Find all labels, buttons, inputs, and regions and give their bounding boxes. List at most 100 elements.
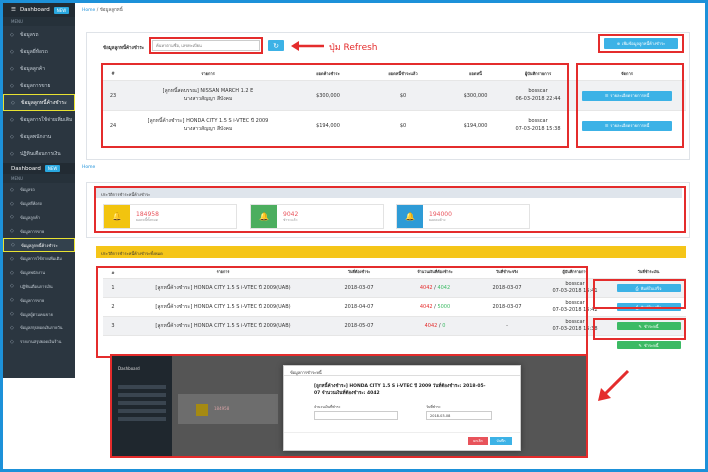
pay-debt-button[interactable]: ✎ ชำระหนี้ — [616, 341, 681, 349]
tag-icon: ◇ — [10, 133, 14, 140]
arrow-icon — [291, 41, 324, 51]
add-debtor-button[interactable]: ⊕ เพิ่มข้อมูลลูกหนี้ค้างชำระ — [604, 38, 678, 49]
sidebar-item[interactable]: ◇ ข้อมูลยี่ห้อรถ — [3, 197, 75, 211]
breadcrumb-home[interactable]: Home — [82, 8, 95, 13]
sidebar-bottom: Dashboard NEW MENU ◇ ข้อมูลรถ ◇ ข้อมูลยี่ห้… — [3, 163, 75, 378]
sidebar-item[interactable]: ◇ ข้อมูลลูกหนี้ค้างชำระ — [3, 94, 75, 111]
refresh-button[interactable]: ↻ — [268, 40, 284, 51]
sidebar-item[interactable]: ◇ ข้อมูลการขาย — [3, 77, 75, 94]
sidebar-brand-2[interactable]: Dashboard NEW — [3, 163, 75, 174]
bell-icon: 🔔 — [251, 205, 277, 228]
sidebar-item-label: ข้อมูลพนักงาน — [20, 133, 52, 140]
sidebar-item[interactable]: ◇ ข้อมูลสรุปยอดเงินรายวัน — [3, 321, 75, 335]
sidebar-item-label: ข้อมูลการใช้จ่ายเพิ่มเติม — [20, 256, 62, 262]
sidebar-item[interactable]: ◇ ข้อมูลลูกค้า — [3, 60, 75, 77]
sidebar-item[interactable]: ◇ ข้อมูลรถ — [3, 183, 75, 197]
sidebar-item-label: ข้อมูลลูกหนี้ค้างชำระ — [21, 99, 67, 106]
tag-icon: ◇ — [10, 200, 14, 207]
sidebar-item[interactable]: ◇ ข้อมูลยี่ห้อรถ — [3, 43, 75, 60]
date-label: วันที่ชำระ — [426, 405, 441, 409]
payment-modal: ข้อมูลการชำระหนี้ [ลูกหนี้ค้างชำระ] HOND… — [283, 365, 521, 451]
breadcrumb-home-2[interactable]: Home — [82, 165, 95, 170]
amount-label: จำนวนเงินที่ชำระ — [314, 405, 341, 409]
sidebar-item-label: รายงานสรุปยอดเงินร้าน — [20, 339, 62, 345]
arrow-down-icon — [598, 369, 630, 401]
tag-icon: ◇ — [10, 48, 14, 55]
cancel-button[interactable]: ยกเลิก — [468, 437, 488, 445]
sidebar-brand[interactable]: ☰ Dashboard NEW — [3, 3, 75, 17]
save-button[interactable]: บันทึก — [490, 437, 512, 445]
action-label: ชำระหนี้ — [643, 342, 659, 348]
breadcrumb-page: ข้อมูลลูกหนี้ — [99, 8, 123, 13]
sidebar-top: ☰ Dashboard NEW MENU ◇ ข้อมูลรถ ◇ ข้อมูลยี่… — [3, 3, 75, 163]
table-highlight — [101, 63, 569, 148]
amount-input[interactable] — [314, 411, 398, 420]
history-title: ประวัติการชำระหนี้ค้างชำระทั้งหมด — [96, 246, 686, 258]
tag-icon: ◇ — [10, 269, 14, 276]
sidebar-item[interactable]: ◇ ข้อมูลพนักงาน — [3, 266, 75, 280]
modal-title: ข้อมูลการชำระหนี้ — [284, 366, 520, 376]
sidebar-item[interactable]: ◇ ข้อมูลผู้ตามคนขาย — [3, 307, 75, 321]
tag-icon: ◇ — [10, 324, 14, 331]
sidebar-item-label: ข้อมูลพนักงาน — [20, 270, 45, 276]
refresh-icon: ↻ — [273, 41, 279, 50]
sidebar-item[interactable]: ◇ ข้อมูลรถ — [3, 26, 75, 43]
sidebar-item-label: ข้อมูลรถ — [20, 31, 39, 38]
sidebar-item-label: ข้อมูลยี่ห้อรถ — [20, 48, 48, 55]
tag-icon: ◇ — [10, 82, 14, 89]
sidebar-item[interactable]: ◇ ข้อมูลการขาย — [3, 293, 75, 307]
stat-value: 9042 ชำระแล้ว — [277, 211, 298, 222]
sidebar-item-label: ข้อมูลการขาย — [20, 297, 45, 303]
inset-sidebar: Dashboard — [112, 356, 172, 456]
stat-card: 🔔 194000 ยอดคงค้าง — [396, 204, 530, 229]
receipt-highlight — [593, 279, 686, 309]
sidebar-item[interactable]: ◇ ข้อมูลการใช้จ่ายเพิ่มเติม — [3, 252, 75, 266]
column-header: วันที่ชำระเงิน — [637, 269, 660, 274]
section-title: ข้อมูลลูกหนี้ค้างชำระ — [103, 46, 145, 51]
stat-label: ยอดคงค้าง — [429, 218, 446, 222]
stat-value: 184958 ยอดหนี้ทั้งหมด — [130, 211, 159, 222]
sidebar-item-label: ข้อมูลลูกหนี้ค้างชำระ — [21, 242, 58, 248]
inset-stat-value: 184958 — [214, 406, 230, 411]
stat-number: 184958 — [136, 210, 159, 218]
sidebar-item[interactable]: ◇ ข้อมูลลูกค้า — [3, 211, 75, 225]
tag-icon: ◇ — [10, 283, 14, 290]
sidebar-header: MENU — [3, 17, 75, 26]
sidebar-item[interactable]: ◇ ข้อมูลการขาย — [3, 224, 75, 238]
pay-highlight — [593, 318, 686, 340]
stat-number: 194000 — [429, 210, 452, 218]
sidebar-item[interactable]: ◇ ข้อมูลพนักงาน — [3, 128, 75, 145]
sidebar-item-label: ปฏิทินเตือนการเงิน — [20, 283, 53, 289]
brand-label-2: Dashboard — [11, 165, 41, 172]
tag-icon: ◇ — [10, 228, 14, 235]
tag-icon: ◇ — [10, 214, 14, 221]
sidebar-item-label: ข้อมูลรถ — [20, 187, 35, 193]
tag-icon: ◇ — [10, 186, 14, 193]
sidebar-item[interactable]: ◇ ปฏิทินเตือนการเงิน — [3, 280, 75, 294]
sidebar-item-label: ข้อมูลลูกค้า — [20, 214, 41, 220]
sidebar-item-label: ข้อมูลการขาย — [20, 228, 45, 234]
sidebar-item-label: ข้อมูลการขาย — [20, 82, 51, 89]
sidebar-item[interactable]: ◇ รายงานสรุปยอดเงินร้าน — [3, 335, 75, 349]
search-input[interactable] — [152, 40, 260, 51]
bell-icon: 🔔 — [397, 205, 423, 228]
add-button-label: เพิ่มข้อมูลลูกหนี้ค้างชำระ — [622, 41, 666, 46]
breadcrumb: Home / ข้อมูลลูกหนี้ — [82, 8, 123, 13]
tag-icon: ◇ — [10, 338, 14, 345]
sidebar-item[interactable]: ◇ ปฏิทินเตือนการเงิน — [3, 145, 75, 162]
sidebar-item[interactable]: ◇ ข้อมูลลูกหนี้ค้างชำระ — [3, 238, 75, 252]
tag-icon: ◇ — [10, 31, 14, 38]
tag-icon: ◇ — [10, 255, 14, 262]
breadcrumb-2: Home — [82, 165, 95, 170]
tag-icon: ◇ — [11, 242, 15, 249]
plus-icon: ⊕ — [616, 41, 621, 46]
tag-icon: ◇ — [10, 116, 14, 123]
pencil-icon: ✎ — [638, 342, 642, 348]
history-highlight — [96, 266, 588, 358]
sidebar-item-label: ปฏิทินเตือนการเงิน — [20, 150, 61, 157]
menu-icon: ☰ — [11, 7, 16, 13]
date-input[interactable]: 2018-03-08 — [426, 411, 492, 420]
sidebar-item-label: ข้อมูลสรุปยอดเงินรายวัน — [20, 325, 63, 331]
sidebar-item[interactable]: ◇ ข้อมูลการใช้จ่ายเพิ่มเติม — [3, 111, 75, 128]
sidebar-item-label: ข้อมูลการใช้จ่ายเพิ่มเติม — [20, 116, 73, 123]
